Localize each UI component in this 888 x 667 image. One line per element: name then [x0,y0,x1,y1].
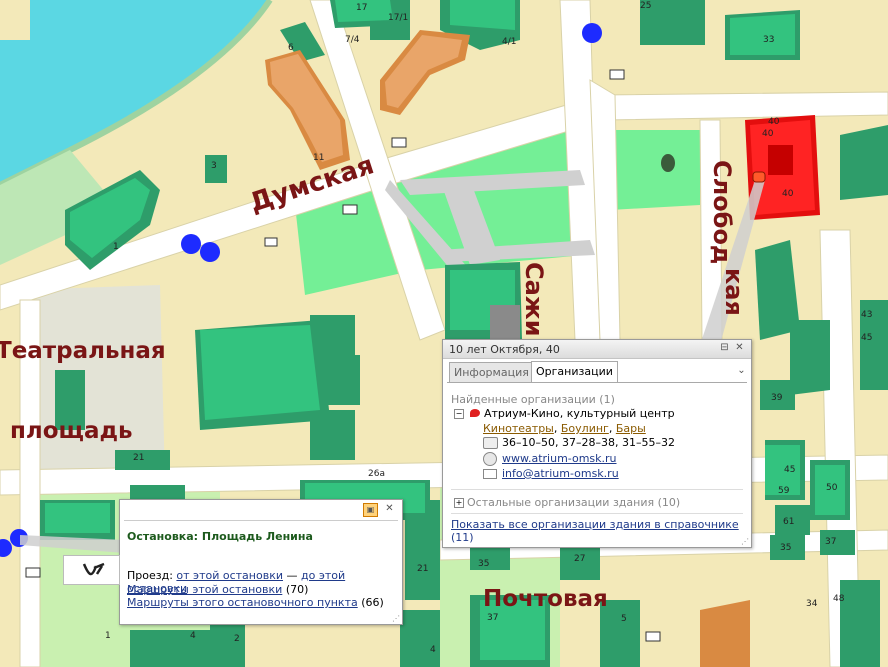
svg-text:48: 48 [833,594,845,604]
org-categories: Кинотеатры, Боулинг, Бары [483,422,646,435]
svg-text:40: 40 [782,189,794,199]
org-popup-title: 10 лет Октября, 40 [449,343,560,356]
stop-routes-count: (70) [285,583,309,596]
category-link[interactable]: Бары [616,422,646,435]
svg-text:1: 1 [105,631,111,641]
svg-text:21: 21 [417,564,428,574]
bus-stop-icon [200,242,220,262]
org-popup: 10 лет Октября, 40 ⊟ ✕ Информация Органи… [442,339,752,548]
route-prefix: Проезд: [127,569,173,582]
svg-text:61: 61 [783,517,794,527]
collapse-icon[interactable]: − [454,409,464,419]
bus-stop-icon [582,23,602,43]
street-label-slobod: Слобод [708,160,736,265]
svg-text:37: 37 [825,537,836,547]
svg-text:25: 25 [640,1,651,11]
svg-text:39: 39 [771,393,783,403]
category-link[interactable]: Боулинг [561,422,609,435]
email-icon [483,469,497,479]
tabs-menu-icon[interactable]: ⌄ [735,365,748,377]
svg-text:2: 2 [234,634,240,644]
found-orgs-label: Найденные организации (1) [451,393,615,406]
svg-text:43: 43 [861,310,872,320]
close-icon[interactable]: ✕ [383,503,396,515]
location-marker-icon[interactable] [752,171,766,183]
svg-text:34: 34 [806,599,818,609]
svg-text:27: 27 [574,554,585,564]
route-dash: — [286,569,298,582]
svg-text:33: 33 [763,35,774,45]
show-all-orgs: Показать все организации здания в справо… [451,518,751,544]
pin-icon[interactable]: ⊟ [718,342,731,354]
svg-text:17: 17 [356,3,367,13]
show-all-orgs-link[interactable]: Показать все организации здания в справо… [451,518,739,531]
street-label-ploshchad: площадь [10,418,133,444]
show-all-orgs-count: (11) [451,531,474,544]
svg-text:4/1: 4/1 [502,37,516,47]
street-label-teatralnaya: Театральная [0,338,166,364]
svg-text:50: 50 [826,483,838,493]
tab-organizations[interactable]: Организации [531,361,618,382]
svg-text:11: 11 [313,153,324,163]
svg-text:45: 45 [784,465,795,475]
point-routes-count: (66) [361,596,384,609]
point-routes-link[interactable]: Маршруты этого остановочного пункта [127,596,358,609]
org-email-link[interactable]: info@atrium-omsk.ru [502,467,619,480]
svg-text:35: 35 [780,543,791,553]
svg-text:4: 4 [190,631,196,641]
svg-text:5: 5 [621,614,627,624]
street-label-kaya: кая [720,268,748,316]
web-icon [483,452,497,466]
phone-icon [483,437,498,449]
resize-grip-icon[interactable]: ⋰ [392,614,400,623]
svg-text:7/4: 7/4 [345,35,360,45]
svg-text:40: 40 [768,117,780,127]
street-label-sazhin: Сажи [520,262,548,337]
expand-icon[interactable]: + [454,498,464,508]
svg-text:40: 40 [762,129,774,139]
park-small [610,130,700,210]
svg-text:35: 35 [478,559,489,569]
category-link[interactable]: Кинотеатры [483,422,554,435]
stop-routes-row: Маршруты этой остановки (70) [127,583,308,596]
svg-text:4: 4 [430,645,436,655]
resize-grip-icon[interactable]: ⋰ [741,537,749,546]
svg-text:37: 37 [487,613,498,623]
stop-popup: ▣ ✕ Остановка: Площадь Ленина Проезд: от… [119,499,403,625]
monument-icon [661,154,675,172]
tab-info[interactable]: Информация [449,362,534,382]
org-website-link[interactable]: www.atrium-omsk.ru [502,452,617,465]
org-marker-icon [470,409,480,417]
svg-text:1: 1 [113,242,119,252]
point-routes-row: Маршруты этого остановочного пункта (66) [127,596,384,609]
street-label-pochtovaya: Почтовая [483,586,608,612]
svg-text:17/1: 17/1 [388,13,408,23]
bus-stop-icon [181,234,201,254]
signature-image [82,562,105,576]
org-phones: 36–10–50, 37–28–38, 31–55–32 [502,436,675,449]
other-orgs-label[interactable]: Остальные организации здания (10) [467,496,680,509]
close-icon[interactable]: ✕ [733,342,746,354]
pin-icon[interactable]: ▣ [363,503,378,517]
svg-text:3: 3 [211,161,217,171]
svg-text:59: 59 [778,486,790,496]
svg-text:21: 21 [133,453,144,463]
org-name[interactable]: Атриум-Кино, культурный центр [484,407,675,420]
svg-text:26а: 26а [368,469,385,479]
svg-text:6: 6 [288,43,294,53]
stop-photo-thumbnail[interactable] [63,555,120,585]
stop-routes-link[interactable]: Маршруты этой остановки [127,583,282,596]
org-popup-titlebar[interactable]: 10 лет Октября, 40 ⊟ ✕ [443,340,751,359]
svg-text:45: 45 [861,333,872,343]
from-stop-link[interactable]: от этой остановки [176,569,283,582]
stop-title: Остановка: Площадь Ленина [127,530,313,543]
